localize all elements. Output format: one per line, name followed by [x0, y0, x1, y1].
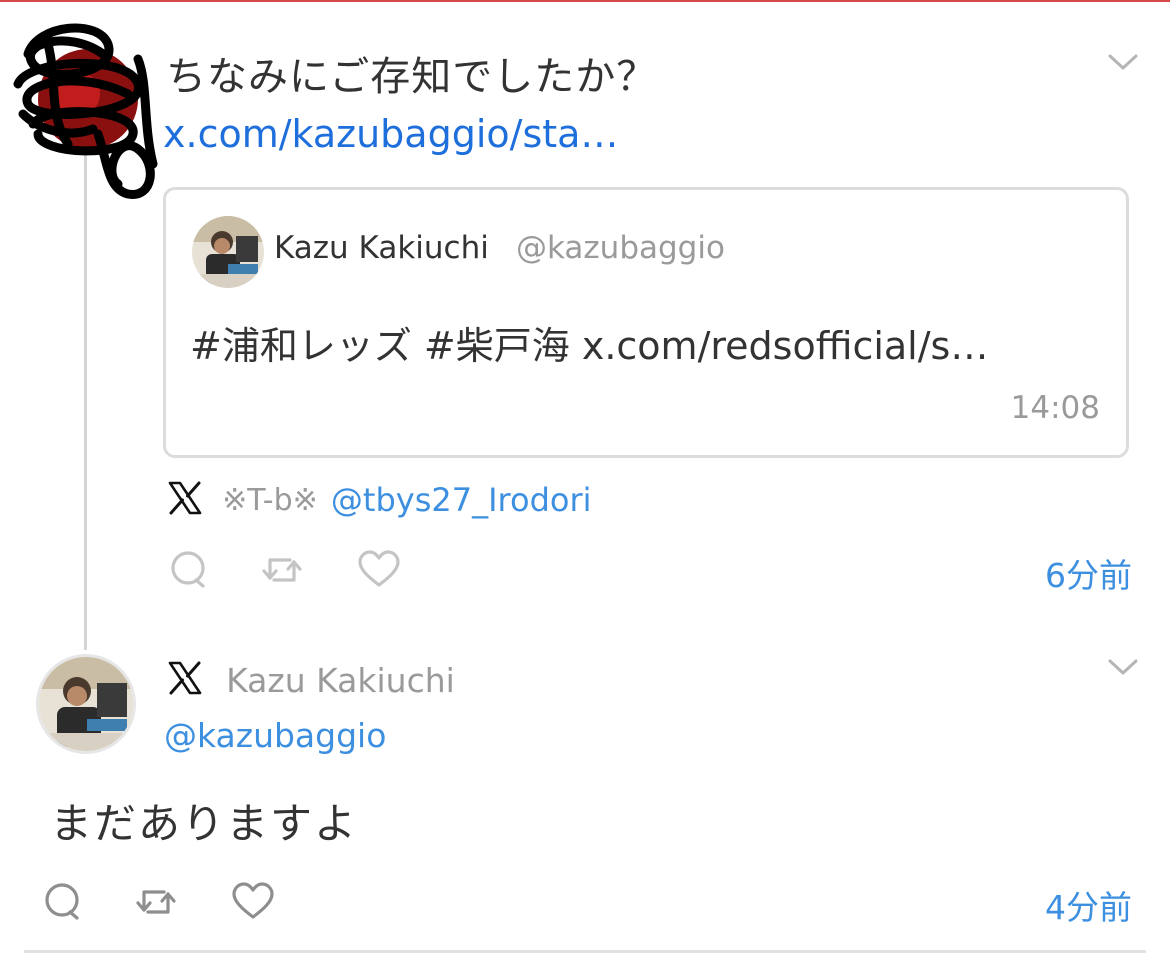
quoted-author-handle[interactable]: @kazubaggio: [516, 230, 725, 266]
divider: [24, 950, 1146, 953]
retweeter-name[interactable]: ※T-b※: [222, 483, 318, 518]
quoted-tweet-text: #浦和レッズ #柴戸海 x.com/redsofficial/s…: [190, 324, 989, 368]
author-handle[interactable]: @kazubaggio: [164, 716, 386, 755]
tweet-actions: [41, 880, 281, 924]
retweet-icon[interactable]: [260, 548, 304, 592]
quoted-tweet-time: 14:08: [1010, 390, 1100, 426]
top-border: [0, 0, 1170, 2]
retweet-icon[interactable]: [134, 880, 178, 924]
quoted-tweet-card[interactable]: Kazu Kakiuchi @kazubaggio #浦和レッズ #柴戸海 x.…: [163, 187, 1129, 458]
tweet-text: まだありますよ: [50, 799, 359, 848]
tweet-header: Kazu Kakiuchi: [167, 660, 455, 700]
tweet-timeago[interactable]: 6分前: [1045, 549, 1132, 597]
tweet-text: ちなみにご存知でしたか？: [166, 54, 658, 100]
tweet-link[interactable]: x.com/kazubaggio/sta…: [163, 112, 618, 156]
chevron-down-icon[interactable]: [1108, 657, 1138, 677]
thread-connector-line: [84, 150, 87, 650]
chevron-down-icon[interactable]: [1108, 52, 1138, 72]
reply-icon[interactable]: [41, 880, 85, 924]
author-avatar[interactable]: [36, 654, 136, 754]
x-logo-icon: [167, 480, 203, 520]
quoted-author-avatar[interactable]: [192, 216, 264, 288]
author-name[interactable]: Kazu Kakiuchi: [226, 661, 455, 700]
reply-icon[interactable]: [167, 548, 211, 592]
retweeter-handle[interactable]: @tbys27_Irodori: [331, 481, 592, 519]
heart-icon[interactable]: [231, 880, 275, 924]
heart-icon[interactable]: [357, 548, 401, 592]
x-logo-icon: [167, 660, 203, 700]
tweet-actions: [167, 548, 407, 592]
avatar-redacted[interactable]: [8, 14, 158, 199]
quoted-author-name[interactable]: Kazu Kakiuchi: [274, 230, 489, 266]
tweet-timeago[interactable]: 4分前: [1045, 881, 1132, 929]
source-row: ※T-b※ @tbys27_Irodori: [167, 480, 592, 520]
